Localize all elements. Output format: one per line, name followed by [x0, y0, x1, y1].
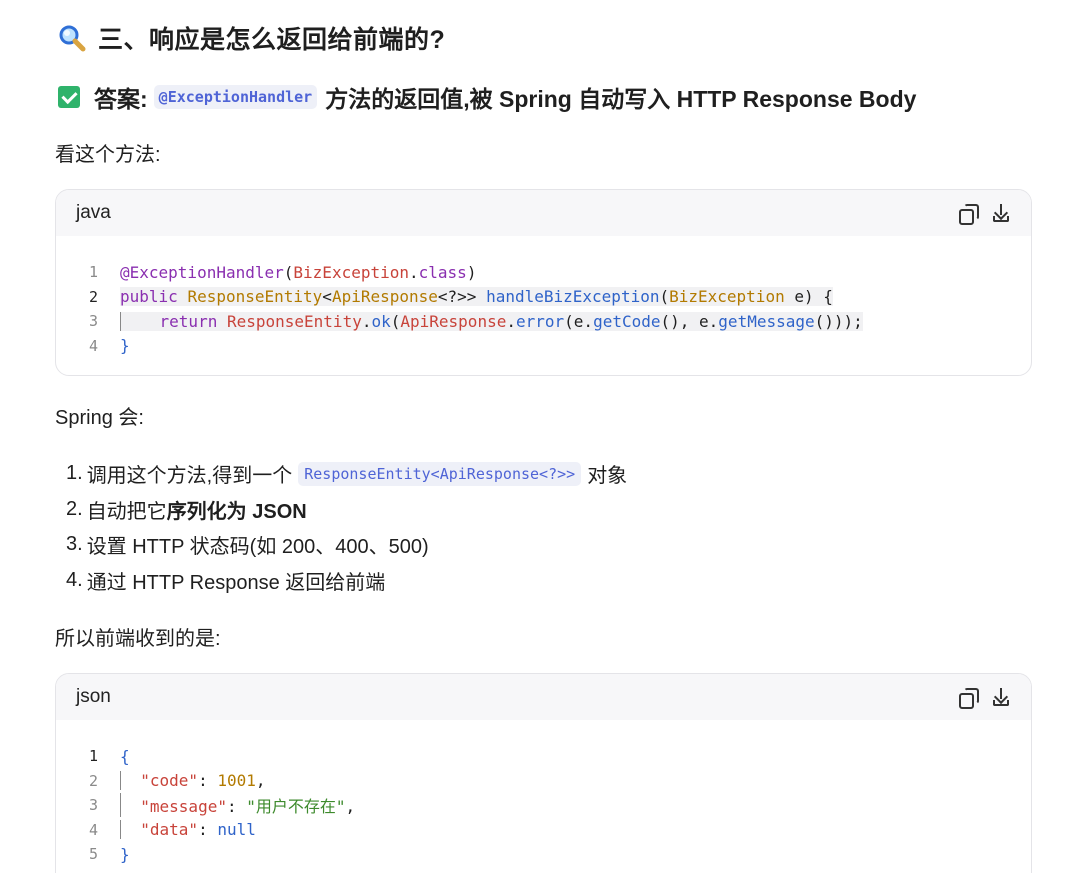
list-item: 4. 通过 HTTP Response 返回给前端 [66, 568, 386, 594]
code-language: java [76, 202, 111, 223]
check-icon [58, 86, 80, 108]
section-heading: 三、响应是怎么返回给前端的? [58, 20, 445, 56]
answer-inline-code: @ExceptionHandler [153, 85, 318, 109]
answer-line: 答案: @ExceptionHandler 方法的返回值,被 Spring 自动… [58, 80, 916, 114]
code-body: 1 @ExceptionHandler(BizException.class) … [56, 236, 1031, 375]
code-block-header: java [56, 190, 1031, 236]
code-body: 1{ 2 "code": 1001, 3 "message": "用户不存在",… [56, 720, 1031, 873]
download-icon[interactable] [991, 203, 1011, 223]
intro-frontend: 所以前端收到的是: [55, 628, 221, 650]
list-item: 3. 设置 HTTP 状态码(如 200、400、500) [66, 533, 429, 559]
code-line: 5} [88, 844, 130, 864]
code-block-json: json 1{ 2 "code": 1001, 3 "message": "用户… [55, 673, 1032, 873]
code-line: 1 @ExceptionHandler(BizException.class) [88, 262, 477, 282]
code-line: 3 return ResponseEntity.ok(ApiResponse.e… [88, 311, 863, 331]
code-line: 2 "code": 1001, [88, 771, 266, 791]
code-block-header: json [56, 674, 1031, 720]
magnifier-icon [58, 24, 86, 52]
steps-list: 1. 调用这个方法,得到一个 ResponseEntity<ApiResponse<… [66, 456, 627, 598]
copy-icon[interactable] [957, 203, 979, 225]
download-icon[interactable] [991, 687, 1011, 707]
copy-icon[interactable] [957, 687, 979, 709]
code-block-java: java 1 @ExceptionHandler(BizException.cl… [55, 189, 1032, 376]
list-item: 1. 调用这个方法,得到一个 ResponseEntity<ApiResponse<… [66, 461, 628, 488]
intro-spring: Spring 会: [55, 407, 144, 429]
code-line: 2 public ResponseEntity<ApiResponse<?>> … [88, 287, 833, 307]
code-line: 4 "data": null [88, 820, 256, 840]
code-line: 1{ [88, 746, 130, 766]
intro-method: 看这个方法: [55, 144, 161, 166]
list-item: 2. 自动把它 序列化为 JSON [66, 497, 307, 523]
code-line: 3 "message": "用户不存在", [56, 793, 1031, 818]
answer-rest: 方法的返回值,被 Spring 自动写入 HTTP Response Body [325, 86, 917, 112]
code-line: 4 } [88, 336, 130, 356]
heading-text: 三、响应是怎么返回给前端的? [98, 26, 446, 54]
code-language: json [76, 686, 111, 707]
answer-label: 答案: [94, 86, 148, 112]
